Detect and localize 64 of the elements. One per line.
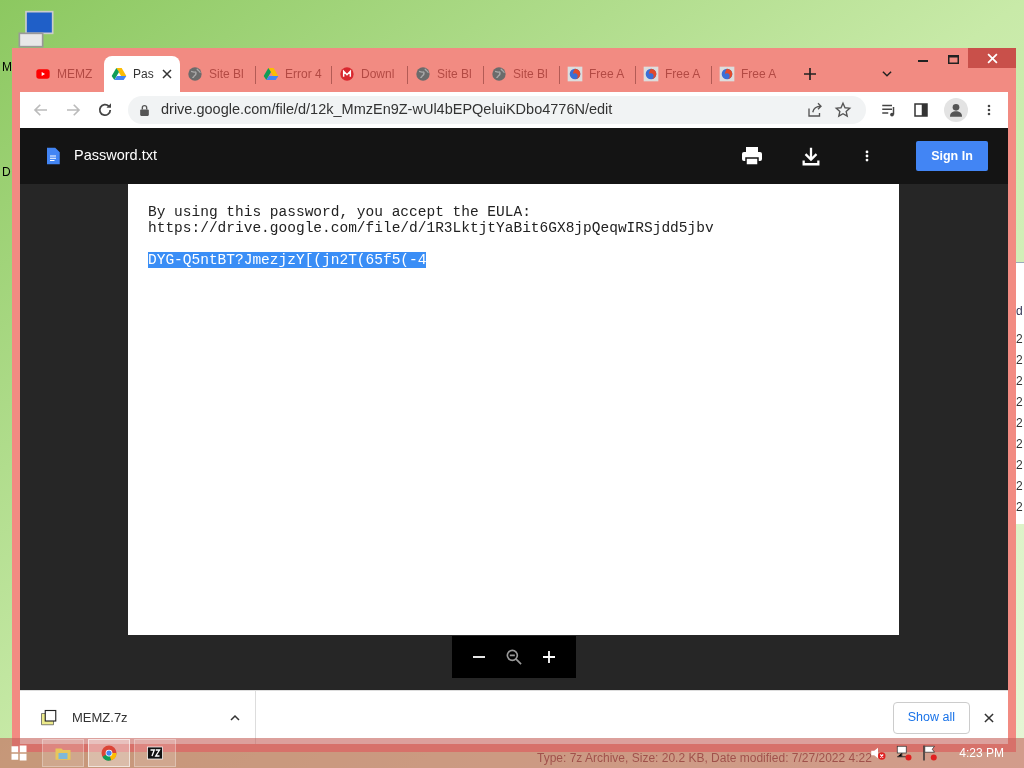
windows-start-icon[interactable] (10, 744, 28, 762)
browser-tab[interactable]: Pas (104, 56, 180, 92)
document-text: DYG-Q5ntBT?JmezjzY[(jn2T(65f5(-4 (148, 252, 427, 268)
browser-tab[interactable]: Free A (712, 56, 788, 92)
lock-icon (138, 103, 151, 117)
table-cell-text: 2 (1016, 394, 1023, 411)
taskbar-button[interactable] (134, 739, 176, 767)
address-bar[interactable]: drive.google.com/file/d/12k_MmzEn9Z-wUl4bEPQeluiKDbo4776N/edit (128, 96, 866, 124)
profile-icon[interactable] (948, 102, 964, 118)
browser-tab[interactable]: Site Bl (408, 56, 484, 92)
clock[interactable]: 4:23 PM (959, 744, 1004, 762)
status-text: Type: 7z Archive, Size: 20.2 KB, Date modified: 7/27/2022 4:22 (537, 750, 872, 767)
browser-tab[interactable]: Site Bl (180, 56, 256, 92)
globe-icon (187, 66, 203, 82)
m-logo-icon (339, 66, 355, 82)
table-cell-text: 2 (1016, 373, 1023, 390)
maximize-icon[interactable] (947, 54, 959, 64)
play-icon (35, 66, 51, 82)
browser-tab[interactable]: Site Bl (484, 56, 560, 92)
browser-tab[interactable]: MEMZ (28, 56, 104, 92)
network-icon[interactable] (895, 744, 914, 762)
table-cell-text: 2 (1016, 415, 1023, 432)
icon-label: D (2, 164, 11, 181)
archive-icon (40, 708, 58, 727)
table-cell-text: 2 (1016, 478, 1023, 495)
document-text: https://drive.google.com/file/d/1R3LktjtYaBit6GX8jpQeqwIRSjdd5jbv (148, 220, 714, 236)
download-item[interactable]: MEMZ.7z (20, 691, 256, 744)
star-icon[interactable] (834, 101, 852, 119)
magnifier-icon[interactable] (504, 647, 524, 667)
close-icon[interactable] (982, 710, 996, 725)
reload-icon[interactable] (96, 101, 114, 119)
side-panel-icon[interactable] (912, 101, 930, 119)
archive-app-icon (146, 744, 164, 762)
print-icon[interactable] (740, 144, 764, 168)
browser-logo-icon (719, 66, 735, 82)
browser-logo-icon (643, 66, 659, 82)
plus-icon[interactable] (540, 648, 558, 666)
close-icon[interactable] (161, 68, 173, 80)
table-cell-text: 2 (1016, 436, 1023, 453)
column-header: d (1016, 303, 1023, 320)
table-cell-text: 2 (1016, 331, 1023, 348)
browser-tab[interactable]: Downl (332, 56, 408, 92)
share-icon[interactable] (806, 101, 824, 119)
globe-icon (491, 66, 507, 82)
sign-in-button[interactable]: Sign In (916, 141, 988, 171)
browser-tab[interactable]: Free A (560, 56, 636, 92)
triangle-logo-icon (111, 66, 127, 82)
browser-tab[interactable]: Error 4 (256, 56, 332, 92)
icon-label: M (2, 59, 12, 76)
triangle-logo-icon (263, 66, 279, 82)
browser-logo-icon (100, 744, 118, 762)
browser-tab[interactable]: Free A (636, 56, 712, 92)
browser-logo-icon (567, 66, 583, 82)
flag-icon[interactable] (921, 744, 940, 762)
document-text: By using this password, you accept the EULA: (148, 204, 531, 220)
document-icon (44, 145, 62, 167)
show-all-button[interactable]: Show all (892, 701, 970, 734)
download-icon[interactable] (800, 145, 822, 167)
file-name: Password.txt (74, 146, 157, 166)
table-cell-text: 2 (1016, 457, 1023, 474)
globe-icon (415, 66, 431, 82)
table-cell-text: 2 (1016, 352, 1023, 369)
table-cell-text: 2 (1016, 499, 1023, 516)
close-icon (986, 52, 998, 64)
